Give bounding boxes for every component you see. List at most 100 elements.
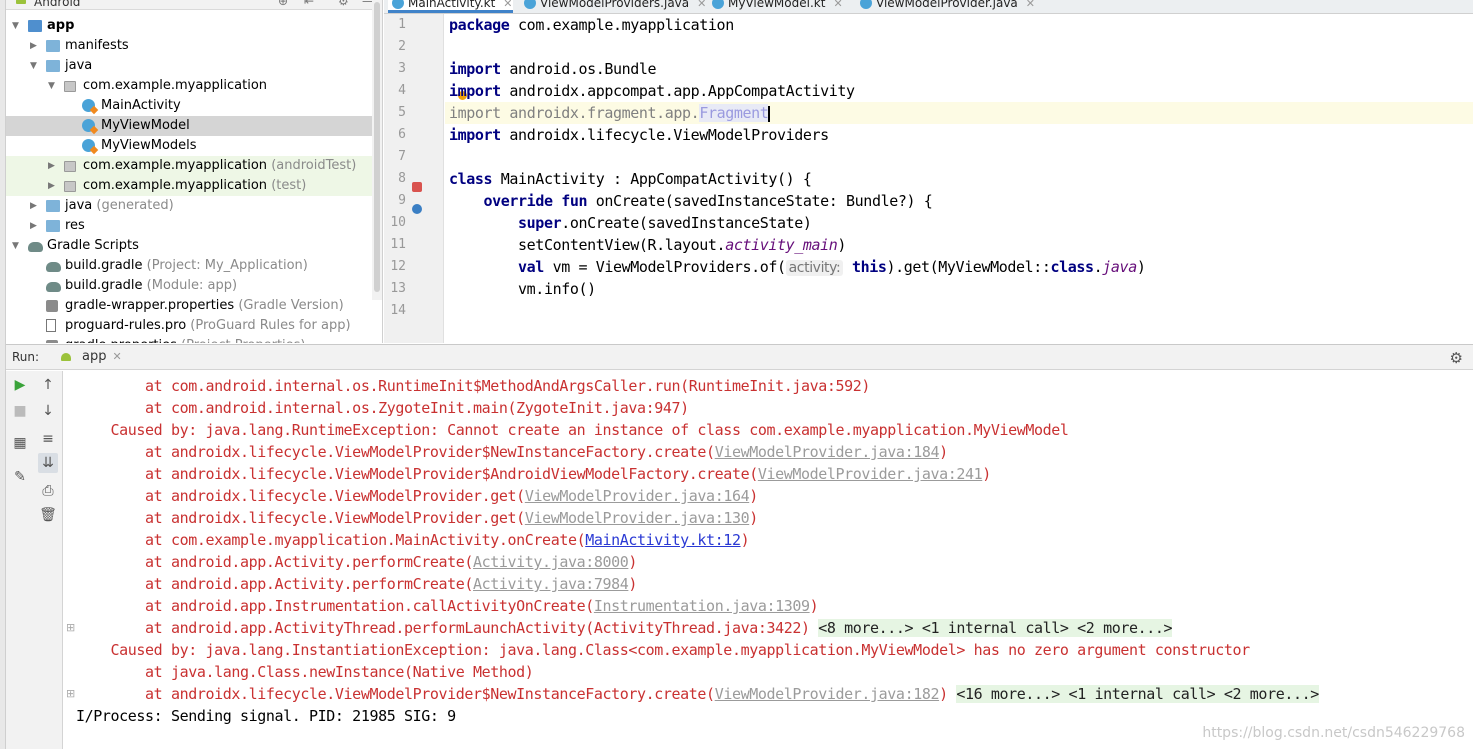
close-icon[interactable]: ✕ (833, 0, 842, 10)
tree-item[interactable]: ▼ com.example.myapplication (6, 76, 372, 96)
line-number: 14 (390, 303, 406, 318)
expanded-arrow-icon[interactable]: ▼ (30, 56, 40, 76)
console-output[interactable]: at com.android.internal.os.RuntimeInit$M… (64, 371, 1473, 749)
scroll-to-end-icon[interactable]: ⇊ (38, 453, 58, 473)
stop-icon[interactable]: ■ (10, 401, 30, 421)
folded-frames[interactable]: <8 more...> <1 internal call> <2 more...… (818, 619, 1173, 637)
down-arrow-icon[interactable]: ↓ (38, 401, 58, 421)
source-link[interactable]: ViewModelProvider.java:184 (715, 443, 940, 461)
unused-import-highlight: Fragment (699, 104, 769, 122)
tree-item[interactable]: build.gradle (Project: My_Application) (6, 256, 372, 276)
tree-item-name: MyViewModels (101, 138, 197, 153)
tree-item[interactable]: MyViewModels (6, 136, 372, 156)
tree-item[interactable]: gradle.properties (Project Properties) (6, 336, 372, 343)
console-text: at com.android.internal.os.RuntimeInit$M… (76, 377, 871, 395)
console-text: at androidx.lifecycle.ViewModelProvider$… (76, 465, 758, 483)
tree-item[interactable]: gradle-wrapper.properties (Gradle Versio… (6, 296, 372, 316)
close-icon[interactable]: ✕ (112, 350, 121, 363)
tree-item[interactable]: ▶ com.example.myapplication (test) (6, 176, 372, 196)
console-text: ) (628, 553, 638, 571)
editor-tab-label: MyViewModel.kt (728, 0, 826, 10)
tree-item[interactable]: ▶ java (generated) (6, 196, 372, 216)
tree-item-name: app (47, 18, 75, 33)
line-number: 11 (390, 237, 406, 252)
editor-tab[interactable]: MainActivity.kt ✕ (388, 0, 513, 13)
source-link[interactable]: ViewModelProvider.java:182 (715, 685, 940, 703)
soft-wrap-icon[interactable]: ≡ (38, 429, 58, 449)
tree-item[interactable]: proguard-rules.pro (ProGuard Rules for a… (6, 316, 372, 336)
console-text: ) (939, 443, 948, 461)
tree-item-name: proguard-rules.pro (65, 318, 187, 333)
collapsed-arrow-icon[interactable]: ▶ (30, 36, 40, 56)
source-link[interactable]: MainActivity.kt:12 (585, 531, 741, 549)
expanded-arrow-icon[interactable]: ▼ (12, 16, 22, 36)
source-link[interactable]: ViewModelProvider.java:241 (758, 465, 983, 483)
gear-icon[interactable]: ⚙ (338, 0, 349, 8)
editor-tab[interactable]: ViewModelProviders.java ✕ (520, 0, 706, 13)
gradle-icon (46, 262, 61, 272)
code-area[interactable]: package com.example.myapplication import… (445, 14, 1473, 343)
tree-item-name: MainActivity (101, 98, 181, 113)
tree-item[interactable]: ▼ java (6, 56, 372, 76)
expand-fold-icon[interactable]: ⊞ (66, 683, 75, 705)
tree-item[interactable]: ▶ com.example.myapplication (androidTest) (6, 156, 372, 176)
expanded-arrow-icon[interactable]: ▼ (48, 76, 58, 96)
tree-item-name: build.gradle (65, 278, 143, 293)
tree-item-name: gradle.properties (65, 338, 177, 343)
tree-item[interactable]: MyViewModel (6, 116, 372, 136)
expanded-arrow-icon[interactable]: ▼ (12, 236, 22, 256)
locate-icon[interactable]: ⊕ (278, 0, 288, 8)
editor-tab[interactable]: MyViewModel.kt ✕ (708, 0, 843, 13)
source-link[interactable]: Instrumentation.java:1309 (594, 597, 810, 615)
editor-tab[interactable]: ViewModelProvider.java ✕ (856, 0, 1035, 13)
console-text: at android.app.Activity.performCreate( (76, 575, 474, 593)
tree-scrollbar[interactable] (372, 0, 382, 300)
console-line: I/Process: Sending signal. PID: 21985 SI… (64, 705, 1473, 727)
collapsed-arrow-icon[interactable]: ▶ (48, 176, 58, 196)
collapsed-arrow-icon[interactable]: ▶ (30, 216, 40, 236)
editor-tab-label: ViewModelProvider.java (876, 0, 1018, 10)
line-number: 9 (398, 193, 406, 208)
collapsed-arrow-icon[interactable]: ▶ (48, 156, 58, 176)
folded-frames[interactable]: <16 more...> <1 internal call> <2 more..… (956, 685, 1319, 703)
tree-item[interactable]: MainActivity (6, 96, 372, 116)
collapse-icon[interactable]: ⇤ (304, 0, 314, 8)
tree-item[interactable]: ▼ app (6, 16, 372, 36)
run-tab-app[interactable]: app ✕ (56, 349, 122, 367)
source-link[interactable]: Activity.java:7984 (473, 575, 629, 593)
editor-gutter: 1 2 3 4 5 6 7 8 9 10 11 12 13 14 (384, 14, 467, 343)
collapsed-arrow-icon[interactable]: ▶ (30, 196, 40, 216)
gear-icon[interactable]: ⚙ (1450, 349, 1463, 367)
code-line-9: override fun onCreate(savedInstanceState… (483, 192, 933, 210)
project-view-selector[interactable]: Android (34, 0, 80, 9)
source-link[interactable]: ViewModelProvider.java:130 (525, 509, 750, 527)
close-icon[interactable]: ✕ (1026, 0, 1035, 10)
tree-item[interactable]: ▶ manifests (6, 36, 372, 56)
properties-icon (46, 340, 58, 343)
up-arrow-icon[interactable]: ↑ (38, 375, 58, 395)
source-link[interactable]: Activity.java:8000 (473, 553, 629, 571)
print-icon[interactable]: ⎙ (38, 481, 58, 501)
pin-icon[interactable]: ✎ (10, 467, 30, 487)
tree-item[interactable]: build.gradle (Module: app) (6, 276, 372, 296)
android-icon (16, 0, 26, 4)
activity-layout-icon[interactable] (412, 182, 422, 192)
override-marker-icon[interactable] (412, 204, 422, 214)
close-icon[interactable]: ✕ (503, 0, 512, 10)
console-line: at androidx.lifecycle.ViewModelProvider$… (64, 463, 1473, 485)
tree-item-label: MainActivity (101, 96, 181, 116)
tree-scrollbar-thumb[interactable] (374, 2, 380, 292)
layout-icon[interactable]: ▦ (10, 433, 30, 453)
trash-icon[interactable]: 🗑 (38, 505, 58, 525)
close-icon[interactable]: ✕ (697, 0, 706, 10)
code-line-8: class MainActivity : AppCompatActivity()… (449, 170, 812, 188)
rerun-icon[interactable]: ▶ (10, 375, 30, 395)
tree-item[interactable]: ▶ res (6, 216, 372, 236)
expand-fold-icon[interactable]: ⊞ (66, 617, 75, 639)
tree-item[interactable]: ▼ Gradle Scripts (6, 236, 372, 256)
code-editor: MainActivity.kt ✕ ViewModelProviders.java ✕… (384, 0, 1473, 343)
run-toolbar: ▶ ↑ ■ ↓ ▦ ≡ ⇊ ✎ ⎙ 🗑 (6, 371, 63, 749)
line-number: 8 (398, 171, 406, 186)
source-link[interactable]: ViewModelProvider.java:164 (525, 487, 750, 505)
run-label: Run: (12, 350, 40, 364)
